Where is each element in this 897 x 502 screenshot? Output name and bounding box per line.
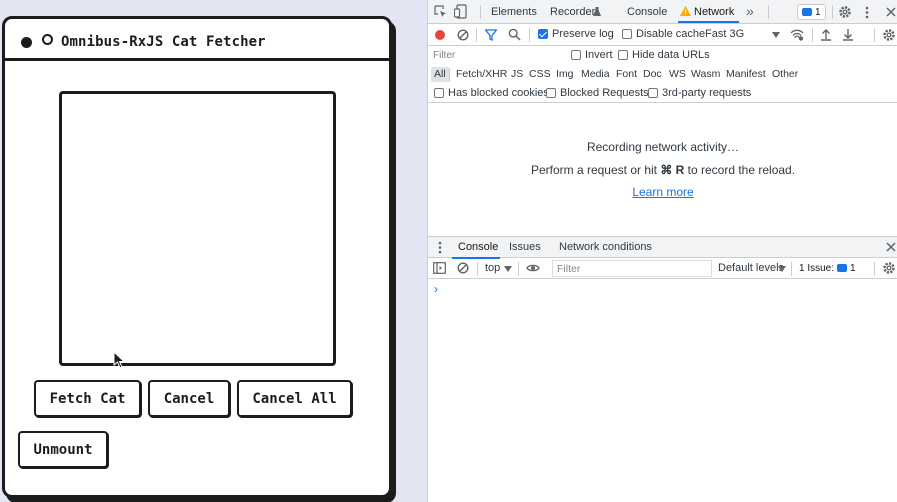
- tab-console[interactable]: Console: [627, 6, 667, 18]
- third-party-requests-label: 3rd-party requests: [662, 87, 752, 99]
- blocked-requests-checkbox[interactable]: [546, 88, 556, 98]
- issues-badge[interactable]: 1: [797, 4, 826, 20]
- invert-checkbox[interactable]: [571, 50, 581, 60]
- tab-network[interactable]: Network: [694, 6, 734, 18]
- console-toolbar: top Filter Default levels 1 Issue: 1: [428, 258, 897, 279]
- throttling-select[interactable]: Fast 3G: [705, 28, 744, 40]
- log-levels-select[interactable]: Default levels: [718, 262, 784, 274]
- levels-chevron-down-icon: [778, 266, 786, 272]
- live-expression-eye-icon[interactable]: [526, 263, 540, 273]
- close-drawer-icon[interactable]: [886, 242, 896, 252]
- issues-badge-count: 1: [815, 6, 821, 18]
- unmount-button[interactable]: Unmount: [18, 431, 108, 468]
- blocked-requests-label: Blocked Requests: [560, 87, 649, 99]
- console-settings-gear-icon[interactable]: [882, 261, 896, 275]
- import-har-icon[interactable]: [820, 28, 832, 41]
- type-filter-doc[interactable]: Doc: [640, 67, 665, 82]
- type-filter-ws[interactable]: WS: [666, 67, 689, 82]
- chevron-down-icon: [772, 32, 780, 38]
- preserve-log-label: Preserve log: [552, 28, 614, 40]
- window-dot-filled-icon: [21, 37, 32, 48]
- type-filter-img[interactable]: Img: [553, 67, 577, 82]
- mouse-cursor-icon: [113, 351, 125, 369]
- has-blocked-cookies-label: Has blocked cookies: [448, 87, 549, 99]
- type-filter-other[interactable]: Other: [769, 67, 801, 82]
- type-filter-manifest[interactable]: Manifest: [723, 67, 769, 82]
- network-conditions-icon[interactable]: [790, 28, 804, 41]
- disable-cache-checkbox[interactable]: [622, 29, 632, 39]
- cat-fetcher-window: Omnibus-RxJS Cat Fetcher Fetch Cat Cance…: [2, 16, 392, 498]
- cancel-button[interactable]: Cancel: [148, 380, 230, 417]
- cancel-all-button[interactable]: Cancel All: [237, 380, 352, 417]
- type-filter-all[interactable]: All: [431, 67, 449, 82]
- console-prompt-caret[interactable]: ›: [434, 282, 438, 296]
- record-hint-suffix: to record the reload.: [684, 163, 796, 177]
- device-toolbar-icon[interactable]: [454, 4, 467, 19]
- execution-context-select[interactable]: top: [485, 262, 500, 274]
- active-tab-indicator: [678, 21, 739, 23]
- close-devtools-icon[interactable]: [886, 7, 896, 17]
- window-titlebar: Omnibus-RxJS Cat Fetcher: [5, 19, 389, 61]
- settings-gear-icon[interactable]: [838, 5, 852, 19]
- record-reload-hint: Perform a request or hit ⌘ R to record t…: [428, 163, 897, 177]
- warning-icon: [680, 6, 691, 16]
- drawer-menu-icon[interactable]: [438, 241, 442, 254]
- window-dot-empty-icon: [42, 34, 53, 45]
- invert-label: Invert: [585, 49, 613, 61]
- tab-recorder[interactable]: Recorder: [550, 6, 595, 18]
- preserve-log-checkbox[interactable]: [538, 29, 548, 39]
- network-filter-input[interactable]: Filter: [431, 48, 561, 64]
- network-settings-gear-icon[interactable]: [882, 28, 896, 42]
- type-filter-css[interactable]: CSS: [526, 67, 554, 82]
- console-sidebar-icon[interactable]: [433, 262, 446, 274]
- clear-console-icon[interactable]: [457, 262, 469, 274]
- console-issues-counter[interactable]: 1 Issue: 1: [797, 260, 858, 276]
- network-empty-state: Recording network activity… Perform a re…: [428, 104, 897, 236]
- learn-more-link[interactable]: Learn more: [632, 185, 693, 199]
- third-party-requests-checkbox[interactable]: [648, 88, 658, 98]
- network-toolbar: Preserve log Disable cache Fast 3G: [428, 24, 897, 46]
- record-hint-shortcut: ⌘ R: [660, 163, 685, 177]
- network-filter-row: Filter Invert Hide data URLs: [428, 46, 897, 65]
- app-title: Omnibus-RxJS Cat Fetcher: [61, 34, 266, 50]
- clear-log-icon[interactable]: [457, 29, 469, 41]
- drawer-tabbar: Console Issues Network conditions: [428, 236, 897, 259]
- context-chevron-down-icon: [504, 266, 512, 272]
- search-icon[interactable]: [508, 28, 521, 41]
- devtools-panel: Elements Recorder Console Network » 1 Pr…: [427, 0, 897, 502]
- drawer-tab-console[interactable]: Console: [458, 241, 498, 253]
- type-filter-fetch-xhr[interactable]: Fetch/XHR: [453, 67, 510, 82]
- record-button-icon[interactable]: [434, 29, 446, 41]
- hide-data-urls-label: Hide data URLs: [632, 49, 710, 61]
- export-har-icon[interactable]: [842, 28, 854, 41]
- more-tabs-chevron[interactable]: »: [746, 3, 754, 19]
- type-filter-wasm[interactable]: Wasm: [688, 67, 723, 82]
- has-blocked-cookies-checkbox[interactable]: [434, 88, 444, 98]
- drawer-tab-issues[interactable]: Issues: [509, 241, 541, 253]
- type-filter-media[interactable]: Media: [578, 67, 613, 82]
- console-issues-label: 1 Issue:: [799, 262, 835, 274]
- console-issues-count: 1: [850, 262, 856, 274]
- resource-type-filters: All Fetch/XHR JS CSS Img Media Font Doc …: [428, 65, 897, 84]
- console-filter-input[interactable]: Filter: [552, 260, 712, 277]
- blocked-filters-row: Has blocked cookies Blocked Requests 3rd…: [428, 84, 897, 103]
- type-filter-js[interactable]: JS: [508, 67, 526, 82]
- filter-funnel-icon[interactable]: [485, 29, 497, 41]
- message-icon: [802, 8, 812, 16]
- fetch-cat-button[interactable]: Fetch Cat: [34, 380, 141, 417]
- kebab-menu-icon[interactable]: [865, 6, 869, 19]
- recording-status-text: Recording network activity…: [586, 140, 740, 154]
- issues-message-icon: [837, 264, 848, 272]
- disable-cache-label: Disable cache: [636, 28, 706, 40]
- drawer-tab-network-conditions[interactable]: Network conditions: [559, 241, 652, 253]
- devtools-tabbar: Elements Recorder Console Network » 1: [428, 0, 897, 24]
- type-filter-font[interactable]: Font: [613, 67, 640, 82]
- hide-data-urls-checkbox[interactable]: [618, 50, 628, 60]
- recorder-flask-icon: [593, 7, 601, 16]
- cat-image-frame: [59, 91, 336, 366]
- inspect-element-icon[interactable]: [434, 5, 447, 18]
- record-hint-prefix: Perform a request or hit: [530, 163, 661, 177]
- tab-elements[interactable]: Elements: [491, 6, 537, 18]
